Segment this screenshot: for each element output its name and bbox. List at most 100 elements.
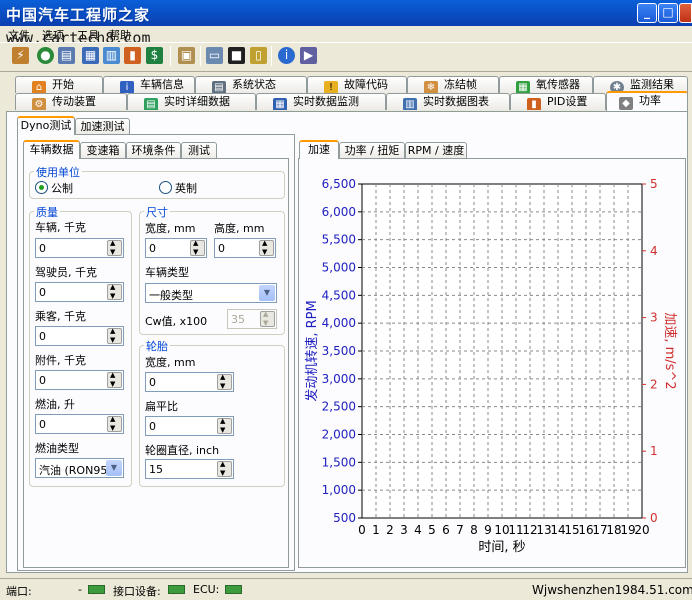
tab-gearbox[interactable]: 变速箱 xyxy=(80,142,126,159)
globe-icon[interactable]: ● xyxy=(37,47,54,64)
y-axis-label: 发动机转速, RPM xyxy=(304,300,320,401)
imperial-label: 英制 xyxy=(175,182,197,195)
grid-icon[interactable]: ▦ xyxy=(82,47,99,64)
dollar-icon[interactable]: $ xyxy=(146,47,163,64)
spin-arrows-icon[interactable] xyxy=(217,373,232,390)
passenger-mass-label: 乘客, 千克 xyxy=(35,310,86,323)
tab-dyno-test[interactable]: Dyno测试 xyxy=(17,116,75,135)
spin-arrows-icon[interactable] xyxy=(107,283,122,300)
x-tick-label: 16 xyxy=(578,523,593,537)
body-height-stepper[interactable]: 0 xyxy=(214,238,276,258)
fuel-type-label: 燃油类型 xyxy=(35,442,79,455)
ecu-status-led xyxy=(225,585,242,594)
battery-icon[interactable]: ▯ xyxy=(250,47,267,64)
exit-icon[interactable]: ▶ xyxy=(300,47,317,64)
x-tick-label: 7 xyxy=(456,523,464,537)
spin-arrows-icon[interactable] xyxy=(107,327,122,344)
metric-radio[interactable] xyxy=(35,181,48,194)
tab-environment[interactable]: 环境条件 xyxy=(126,142,181,159)
tab-power[interactable]: ◆ 功率 xyxy=(606,91,688,111)
tab-live-chart[interactable]: ▥ 实时数据图表 xyxy=(386,93,510,110)
maximize-button[interactable]: □ xyxy=(658,3,678,23)
spin-arrows-icon[interactable] xyxy=(259,239,274,256)
x-tick-label: 15 xyxy=(564,523,579,537)
tab-acceleration-chart[interactable]: 加速 xyxy=(299,140,339,159)
tab-freeze-frame[interactable]: ❄ 冻结帧 xyxy=(407,76,499,93)
close-button[interactable] xyxy=(679,3,692,23)
tab-system-status[interactable]: ▤ 系统状态 xyxy=(195,76,307,93)
chart-icon[interactable]: ▮ xyxy=(124,47,141,64)
tab-test[interactable]: 测试 xyxy=(181,142,217,159)
y-tick-label: 5,500 xyxy=(322,233,356,247)
clipboard-icon[interactable]: ▣ xyxy=(178,47,195,64)
tab-power-torque[interactable]: 功率 / 扭矩 xyxy=(339,142,405,159)
tab-acceleration-test[interactable]: 加速测试 xyxy=(75,118,130,135)
y2-tick-label: 3 xyxy=(650,311,658,325)
accessory-mass-stepper[interactable]: 0 xyxy=(35,370,124,390)
fuel-type-select[interactable]: 汽油 (RON95) ▼ xyxy=(35,458,124,478)
tab-o2-sensor[interactable]: ▦ 氧传感器 xyxy=(499,76,593,93)
port-status-led xyxy=(88,585,105,594)
spin-arrows-icon[interactable] xyxy=(107,371,122,388)
transmission-icon: ⚙ xyxy=(32,98,46,110)
rim-diameter-label: 轮圈直径, inch xyxy=(145,444,220,457)
spin-arrows-icon[interactable] xyxy=(260,310,275,327)
tire-width-stepper[interactable]: 0 xyxy=(145,372,234,392)
y-tick-label: 1,000 xyxy=(322,483,356,497)
terminal-icon[interactable]: ■ xyxy=(228,47,245,64)
cw-stepper[interactable]: 35 xyxy=(227,309,277,329)
y-tick-label: 6,500 xyxy=(322,177,356,191)
tab-live-monitor[interactable]: ▦ 实时数据监测 xyxy=(256,93,386,110)
tire-group-title: 轮胎 xyxy=(144,338,170,354)
tab-start[interactable]: ⌂ 开始 xyxy=(15,76,103,93)
sensor-icon: ▦ xyxy=(516,81,530,93)
pid-icon: ▮ xyxy=(527,98,541,110)
tab-trouble-codes[interactable]: ! 故障代码 xyxy=(307,76,407,93)
monitor-icon[interactable]: ▭ xyxy=(206,47,223,64)
vehicle-mass-stepper[interactable]: 0 xyxy=(35,238,124,258)
info-icon[interactable]: i xyxy=(278,47,295,64)
y-tick-label: 4,500 xyxy=(322,288,356,302)
spin-arrows-icon[interactable] xyxy=(217,460,232,477)
tab-pid-settings[interactable]: ▮ PID设置 xyxy=(510,93,606,110)
minimize-button[interactable]: _ xyxy=(637,3,657,23)
chevron-down-icon[interactable]: ▼ xyxy=(259,285,275,301)
tab-rpm-speed[interactable]: RPM / 速度 xyxy=(405,142,467,159)
chevron-down-icon[interactable]: ▼ xyxy=(106,460,122,476)
table-icon[interactable]: ▥ xyxy=(103,47,120,64)
spin-arrows-icon[interactable] xyxy=(107,415,122,432)
connect-icon[interactable]: ⚡ xyxy=(12,47,29,64)
port-label: 端口: xyxy=(6,585,32,598)
imperial-radio[interactable] xyxy=(159,181,172,194)
chart-icon: ▥ xyxy=(403,98,417,110)
tab-vehicle-data[interactable]: 车辆数据 xyxy=(23,140,80,159)
x-tick-label: 11 xyxy=(508,523,523,537)
accessory-mass-label: 附件, 千克 xyxy=(35,354,86,367)
x-tick-label: 8 xyxy=(470,523,478,537)
driver-mass-stepper[interactable]: 0 xyxy=(35,282,124,302)
y2-tick-label: 4 xyxy=(650,244,658,258)
vehicle-type-select[interactable]: 一般类型 ▼ xyxy=(145,283,277,303)
tab-transmission[interactable]: ⚙ 传动装置 xyxy=(15,93,127,110)
watermark-title: 中国汽车工程师之家 xyxy=(6,6,151,24)
fuel-volume-stepper[interactable]: 0 xyxy=(35,414,124,434)
spin-arrows-icon[interactable] xyxy=(107,239,122,256)
grid-icon: ▦ xyxy=(273,98,287,110)
tab-vehicle-info[interactable]: i 车辆信息 xyxy=(103,76,195,93)
spin-arrows-icon[interactable] xyxy=(190,239,205,256)
y-tick-label: 4,000 xyxy=(322,316,356,330)
x-tick-label: 20 xyxy=(634,523,649,537)
body-height-label: 高度, mm xyxy=(214,222,265,235)
x-tick-label: 2 xyxy=(386,523,394,537)
rim-diameter-stepper[interactable]: 15 xyxy=(145,459,234,479)
x-tick-label: 14 xyxy=(550,523,565,537)
aspect-ratio-stepper[interactable]: 0 xyxy=(145,416,234,436)
spin-arrows-icon[interactable] xyxy=(217,417,232,434)
body-width-stepper[interactable]: 0 xyxy=(145,238,207,258)
toolbar-separator xyxy=(200,46,201,66)
tab-live-detail[interactable]: ▤ 实时详细数据 xyxy=(127,93,256,110)
document-icon[interactable]: ▤ xyxy=(58,47,75,64)
y2-tick-label: 0 xyxy=(650,511,658,525)
passenger-mass-stepper[interactable]: 0 xyxy=(35,326,124,346)
y-ticks: 500 1,000 1,500 2,000 2,500 3,000 3,500 4,000 4,… xyxy=(322,177,362,525)
